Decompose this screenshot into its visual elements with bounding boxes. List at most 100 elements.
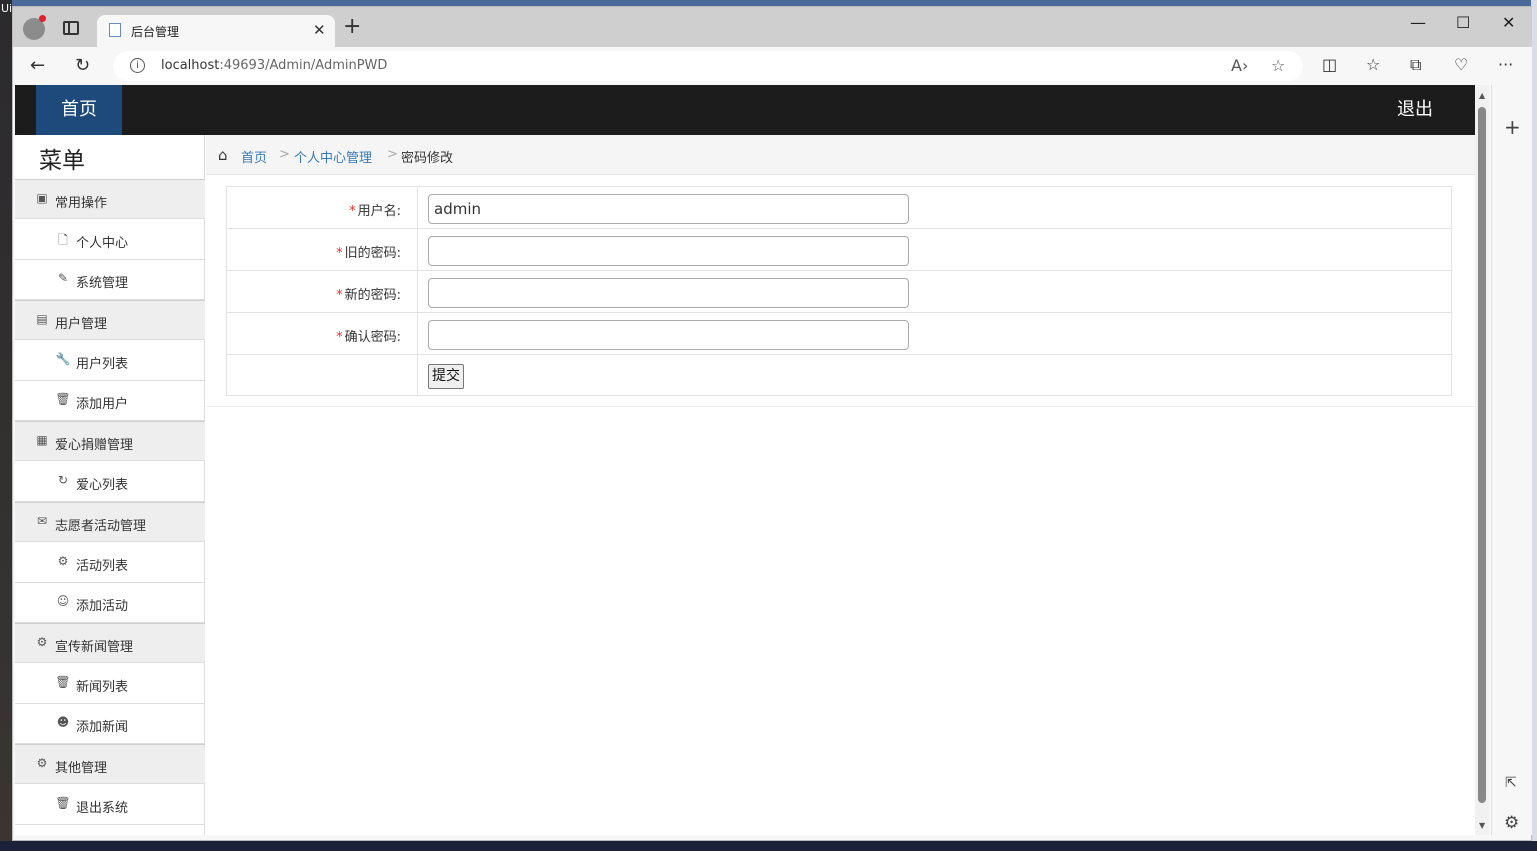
username-input[interactable]: admin [428,194,909,224]
menu-item-add-user[interactable]: 🗑 添加用户 [15,381,205,421]
collections-icon[interactable]: ⧉ [1410,55,1421,75]
profile-avatar-icon[interactable] [23,15,46,40]
confirm-password-label: * 确认密码: [336,326,401,345]
add-sidebar-app-icon[interactable]: + [1504,115,1521,139]
trash-icon: 🗑 [55,675,71,689]
menu-group-news[interactable]: ⚙ 宣传新闻管理 [15,623,205,663]
menu-item-donation-list[interactable]: ↻ 爱心列表 [15,462,205,502]
menu-item-add-activity[interactable]: ☺ 添加活动 [15,583,205,623]
cog-icon: ⚙ [36,635,48,649]
breadcrumb: ⌂ 首页 > 个人中心管理 > 密码修改 [206,135,1475,175]
split-screen-icon[interactable]: ◫ [1322,55,1337,74]
browser-essentials-icon[interactable]: ♡ [1454,55,1468,74]
nav-home-link[interactable]: 首页 [36,85,122,135]
username-label-text: 用户名: [357,204,401,219]
label-cell: * 新的密码: [227,271,418,313]
menu-item-news-list[interactable]: 🗑 新闻列表 [15,664,205,704]
menu-group-donation[interactable]: ▦ 爱心捐赠管理 [15,421,205,461]
menu-item-label: 个人中心 [76,236,129,251]
scroll-thumb[interactable] [1478,107,1486,803]
favorites-icon[interactable]: ☆ [1366,55,1380,74]
menu-item-activity-list[interactable]: ⚙ 活动列表 [15,543,205,583]
new-password-row: * 新的密码: [227,271,1451,313]
desktop-label: Ui [1,2,13,15]
smile-icon: ☺ [56,594,70,608]
sidebar-menu: 菜单 ▣ 常用操作 🗋 个人中心 ✎ 系统管理 ▤ 用户管理 🔧 用户列表 🗑 … [15,135,205,835]
label-cell: * 确认密码: [227,313,418,355]
taskbar-edge [0,841,1537,851]
close-window-icon[interactable]: ✕ [1502,13,1515,32]
label-cell: * 旧的密码: [227,229,418,271]
trash-icon: 🗑 [55,796,71,810]
menu-item-label: 添加用户 [76,397,129,412]
refresh-icon[interactable]: ↻ [75,55,90,76]
address-toolbar: ← ↻ i localhost:49693/Admin/AdminPWD A› … [13,47,1532,85]
favorite-star-icon[interactable]: ☆ [1271,56,1285,75]
logout-link[interactable]: 退出 [1397,85,1433,135]
menu-item-label: 系统管理 [76,276,129,291]
scroll-up-icon[interactable]: ▲ [1479,91,1485,100]
close-tab-icon[interactable]: ✕ [313,21,326,39]
address-bar[interactable]: i localhost:49693/Admin/AdminPWD A› ☆ [113,51,1303,81]
list-icon: ▣ [36,191,48,205]
maximize-icon[interactable]: ☐ [1456,13,1470,32]
menu-item-user-list[interactable]: 🔧 用户列表 [15,341,205,381]
more-menu-icon[interactable]: ··· [1498,55,1513,74]
menu-group-label: 常用操作 [55,196,108,211]
desktop-background-left [0,0,12,851]
menu-item-label: 活动列表 [76,559,129,574]
required-mark: * [336,288,343,303]
menu-item-exit-system[interactable]: 🗑 退出系统 [15,785,205,825]
new-password-label: * 新的密码: [336,284,401,303]
menu-item-add-news[interactable]: ☻ 添加新闻 [15,704,205,744]
menu-item-system[interactable]: ✎ 系统管理 [15,260,205,300]
menu-group-users[interactable]: ▤ 用户管理 [15,300,205,340]
submit-button[interactable]: 提交 [428,364,464,389]
username-label: * 用户名: [349,200,401,219]
wrench-icon: 🔧 [55,352,71,366]
back-icon[interactable]: ← [30,55,45,76]
cog-icon: ⚙ [57,554,69,568]
menu-group-other[interactable]: ⚙ 其他管理 [15,744,205,784]
old-password-input[interactable] [428,236,909,266]
tab-actions-icon[interactable] [63,21,79,35]
url-text[interactable]: localhost:49693/Admin/AdminPWD [161,58,387,73]
site-info-icon[interactable]: i [130,58,145,73]
breadcrumb-current: 密码修改 [401,151,454,166]
new-tab-icon[interactable]: + [343,16,361,38]
form-table: * 用户名: admin * 旧的密码: * 新的密码: * 确认密码: 提交 [226,186,1452,397]
menu-group-label: 志愿者活动管理 [55,519,147,534]
menu-group-label: 爱心捐赠管理 [55,438,134,453]
gear-icon[interactable]: ⚙ [1504,813,1519,833]
menu-group-common[interactable]: ▣ 常用操作 [15,179,205,219]
home-icon: ⌂ [218,146,228,164]
new-password-input[interactable] [428,278,909,308]
open-external-icon[interactable]: ⇱ [1505,775,1517,791]
vertical-scrollbar[interactable]: ▲ ▼ [1475,85,1489,835]
scroll-down-icon[interactable]: ▼ [1479,821,1485,830]
read-aloud-icon[interactable]: A› [1231,56,1248,75]
refresh-icon: ↻ [57,473,69,487]
edge-sidebar: + ⇱ ⚙ [1491,85,1532,835]
menu-item-label: 添加活动 [76,599,129,614]
file-icon: 🗋 [58,233,68,247]
cog-icon: ⚙ [36,756,48,770]
user-face-icon: ☻ [56,715,70,729]
minimize-icon[interactable]: — [1410,13,1426,32]
browser-tab[interactable]: 后台管理 ✕ [97,15,335,47]
pushpin-icon: ✎ [57,271,69,285]
menu-item-profile[interactable]: 🗋 个人中心 [15,220,205,260]
book-icon: ▦ [36,433,48,447]
submit-row: 提交 [227,355,1451,397]
list-alt-icon: ▤ [36,312,48,326]
menu-item-label: 用户列表 [76,357,129,372]
page-favicon-icon [109,23,121,37]
confirm-password-input[interactable] [428,320,909,350]
breadcrumb-home[interactable]: 首页 [241,147,267,166]
breadcrumb-section[interactable]: 个人中心管理 [294,147,372,166]
menu-group-volunteer[interactable]: ✉ 志愿者活动管理 [15,502,205,542]
menu-group-label: 用户管理 [55,317,108,332]
old-password-label: * 旧的密码: [336,242,401,261]
breadcrumb-separator: > [387,147,398,162]
tab-title: 后台管理 [131,25,180,39]
